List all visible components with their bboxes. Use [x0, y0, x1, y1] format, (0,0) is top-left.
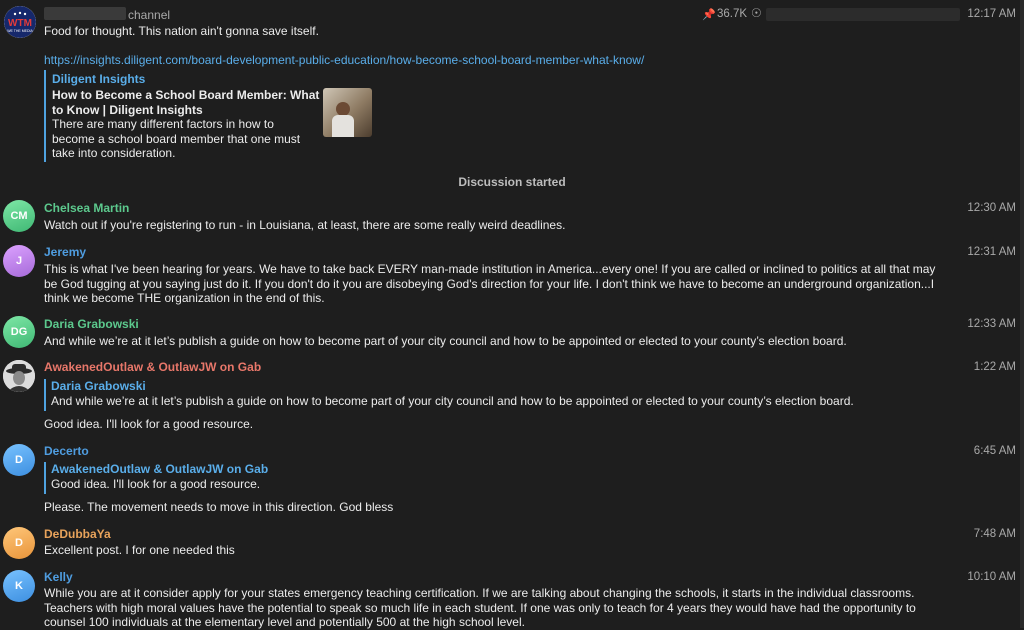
author-name[interactable]: Jeremy	[44, 245, 86, 259]
comment-text: While you are at it consider apply for y…	[44, 586, 916, 629]
eye-icon: ☉	[751, 6, 762, 20]
avatar[interactable]: D	[3, 444, 35, 476]
scrollbar[interactable]	[1020, 0, 1024, 628]
reply-text: Good idea. I'll look for a good resource…	[51, 477, 261, 491]
comment-time: 1:22 AM	[973, 361, 1016, 373]
comment-text: Good idea. I'll look for a good resource…	[44, 417, 254, 431]
preview-title: How to Become a School Board Member: Wha…	[52, 88, 320, 117]
post-time: 12:17 AM	[967, 8, 1016, 20]
author-name[interactable]: Decerto	[44, 444, 89, 458]
pin-icon: 📌	[702, 9, 716, 21]
avatar-photo[interactable]	[3, 360, 35, 392]
view-count: 36.7K	[717, 8, 748, 20]
wtm-logo-icon: WTM WE THE MEDIA	[4, 6, 36, 38]
avatar[interactable]: J	[3, 245, 35, 277]
svg-text:WTM: WTM	[8, 18, 32, 29]
avatar[interactable]: DG	[3, 316, 35, 348]
author-name[interactable]: Kelly	[44, 570, 73, 584]
preview-description: There are many different factors in how …	[52, 117, 301, 160]
channel-logo: WTM WE THE MEDIA	[4, 6, 36, 38]
channel-avatar[interactable]: WTM WE THE MEDIA	[4, 6, 36, 38]
channel-name-redacted	[44, 7, 126, 20]
preview-thumbnail	[323, 88, 372, 137]
channel-label: channel	[128, 8, 171, 22]
author-name[interactable]: Chelsea Martin	[44, 201, 129, 215]
comment-time: 12:33 AM	[967, 318, 1016, 330]
discussion-started-label: Discussion started	[458, 175, 566, 189]
comment-text: Please. The movement needs to move in th…	[44, 500, 394, 514]
avatar[interactable]: K	[3, 570, 35, 602]
comment-time: 6:45 AM	[973, 445, 1016, 457]
author-name[interactable]: AwakenedOutlaw & OutlawJW on Gab	[44, 360, 261, 374]
svg-text:WE THE MEDIA: WE THE MEDIA	[7, 29, 33, 33]
author-name[interactable]: Daria Grabowski	[44, 317, 139, 331]
comment-text: This is what I've been hearing for years…	[44, 262, 936, 305]
author-redacted	[766, 8, 960, 21]
reply-text: And while we’re at it let’s publish a gu…	[51, 394, 854, 408]
author-name[interactable]: DeDubbaYa	[44, 527, 111, 541]
comment-text: And while we’re at it let’s publish a gu…	[44, 334, 847, 348]
reply-author: Daria Grabowski	[51, 379, 146, 393]
preview-site: Diligent Insights	[52, 72, 146, 86]
post-text: Food for thought. This nation ain't gonn…	[44, 24, 319, 38]
reply-quote[interactable]: Daria Grabowski And while we’re at it le…	[44, 379, 964, 411]
outlaw-portrait-icon	[3, 360, 35, 392]
comment-time: 10:10 AM	[967, 571, 1016, 583]
avatar[interactable]: D	[3, 527, 35, 559]
reply-author: AwakenedOutlaw & OutlawJW on Gab	[51, 462, 269, 476]
reply-quote[interactable]: AwakenedOutlaw & OutlawJW on Gab Good id…	[44, 462, 964, 494]
comment-time: 12:31 AM	[967, 246, 1016, 258]
link-preview[interactable]: Diligent Insights How to Become a School…	[44, 70, 382, 162]
comment-time: 7:48 AM	[973, 528, 1016, 540]
comment-text: Watch out if you're registering to run -…	[44, 218, 566, 232]
comment-time: 12:30 AM	[967, 202, 1016, 214]
avatar[interactable]: CM	[3, 200, 35, 232]
comment-text: Excellent post. I for one needed this	[44, 543, 235, 557]
post-link[interactable]: https://insights.diligent.com/board-deve…	[44, 53, 644, 67]
